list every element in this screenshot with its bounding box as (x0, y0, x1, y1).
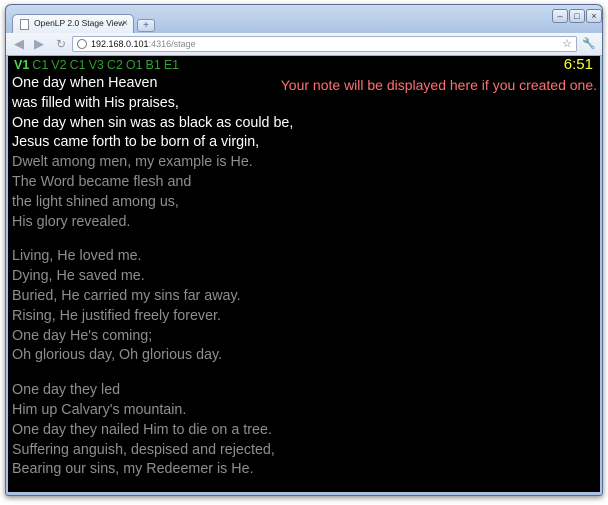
next-slide: Dwelt among men, my example is He. The W… (12, 153, 293, 232)
url-host: 192.168.0.101 (91, 39, 149, 49)
verse-tag: E1 (163, 58, 180, 72)
title-bar: OpenLP 2.0 Stage View × + – □ × (6, 5, 602, 35)
following-slide: One day they led Him up Calvary's mounta… (12, 381, 293, 480)
verse-tag: O1 (125, 58, 143, 72)
lyric-line: Living, He loved me. (12, 248, 142, 265)
lyric-line: Dwelt among men, my example is He. (12, 154, 253, 171)
following-slide: Living, He loved me. Dying, He saved me.… (12, 247, 293, 366)
close-window-button[interactable]: × (586, 9, 602, 23)
tab-close-icon[interactable]: × (122, 17, 128, 31)
lyric-line: Dying, He saved me. (12, 268, 145, 285)
verse-tag: V3 (88, 58, 104, 72)
address-bar[interactable]: 192.168.0.101:4316/stage ☆ (72, 36, 577, 52)
lyric-line: Jesus came forth to be born of a virgin, (12, 134, 260, 151)
globe-icon (77, 39, 87, 49)
page-favicon-icon (20, 19, 29, 30)
stage-view: V1 C1 V2 C1 V3 C2 O1 B1 E1 6:51 Your note will b… (8, 56, 600, 492)
lyric-line: Oh glorious day, Oh glorious day. (12, 347, 223, 364)
verse-tag: V1 (14, 58, 30, 72)
lyric-line: One day they led (12, 382, 121, 399)
current-slide: One day when Heaven was filled with His … (12, 74, 293, 153)
lyric-line: Bearing our sins, my Redeemer is He. (12, 461, 254, 478)
bookmark-star-icon[interactable]: ☆ (562, 37, 572, 51)
lyric-line: Suffering anguish, despised and rejected… (12, 441, 275, 458)
stage-note: Your note will be displayed here if you … (280, 77, 597, 93)
lyric-line: was filled with His praises, (12, 94, 179, 111)
verse-tag: V2 (51, 58, 67, 72)
minimize-button[interactable]: – (552, 9, 568, 23)
verse-order: V1 C1 V2 C1 V3 C2 O1 B1 E1 (14, 57, 182, 73)
lyric-line: One day when Heaven (12, 75, 158, 91)
lyric-line: Him up Calvary's mountain. (12, 401, 187, 418)
lyric-line: The Word became flesh and (12, 173, 192, 190)
browser-window: OpenLP 2.0 Stage View × + – □ × ◀ ▶ ↻ 19… (5, 4, 603, 496)
browser-toolbar: ◀ ▶ ↻ 192.168.0.101:4316/stage ☆ 🔧 (6, 33, 602, 56)
lyric-line: One day when sin was as black as could b… (12, 114, 294, 131)
browser-tab[interactable]: OpenLP 2.0 Stage View × (12, 14, 134, 34)
url-text: 192.168.0.101:4316/stage (91, 38, 196, 51)
url-path: :4316/stage (148, 39, 196, 49)
verse-tag: C2 (106, 58, 123, 72)
tab-title: OpenLP 2.0 Stage View (34, 18, 125, 28)
new-tab-button[interactable]: + (137, 19, 155, 32)
lyric-line: the light shined among us, (12, 193, 179, 210)
reload-icon[interactable]: ↻ (53, 36, 69, 52)
lyric-line: His glory revealed. (12, 213, 131, 230)
verse-tag: C1 (69, 58, 86, 72)
maximize-button[interactable]: □ (569, 9, 585, 23)
lyric-line: One day He's coming; (12, 327, 153, 344)
back-arrow-icon[interactable]: ◀ (11, 36, 27, 52)
verse-tag: C1 (32, 58, 49, 72)
lyric-line: Rising, He justified freely forever. (12, 307, 221, 324)
lyrics: One day when Heaven was filled with His … (12, 74, 293, 480)
lyric-line: One day they nailed Him to die on a tree… (12, 421, 272, 438)
wrench-menu-icon[interactable]: 🔧 (582, 37, 596, 51)
verse-tag: B1 (145, 58, 161, 72)
lyric-line: Buried, He carried my sins far away. (12, 287, 241, 304)
forward-arrow-icon[interactable]: ▶ (31, 36, 47, 52)
clock: 6:51 (563, 56, 593, 73)
